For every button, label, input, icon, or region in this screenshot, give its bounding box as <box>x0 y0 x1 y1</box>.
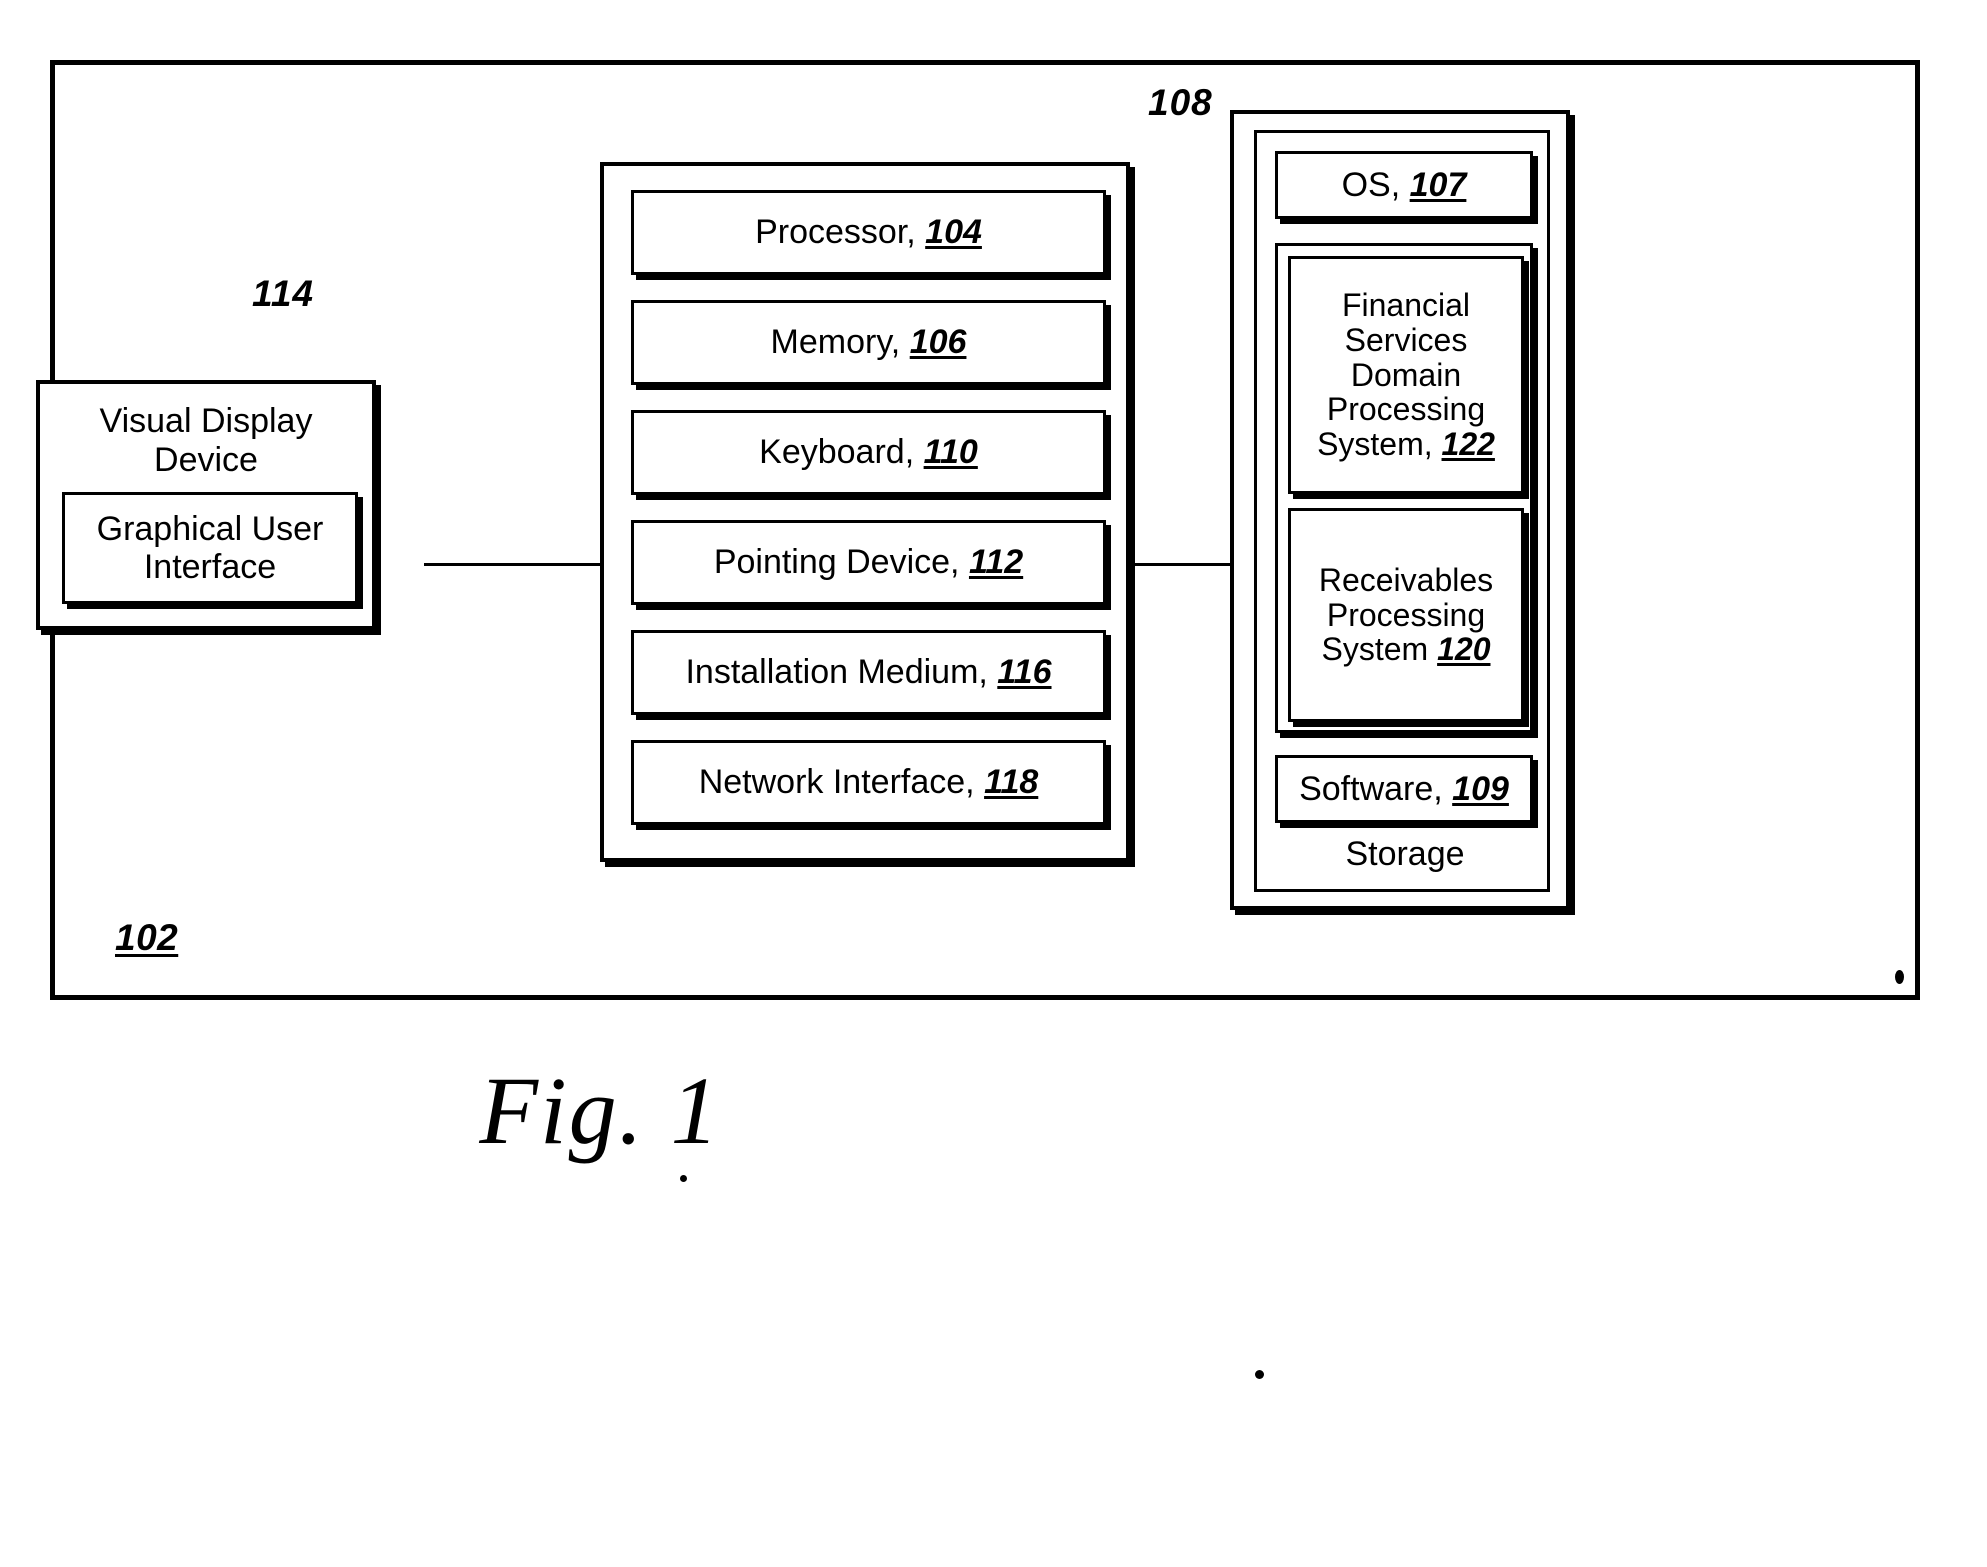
rps-line-1: Receivables <box>1318 561 1494 598</box>
visual-display-device-box: Visual Display Device Graphical User Int… <box>36 380 376 630</box>
fsdps-label: Financial Services Domain Processing Sys… <box>1317 286 1495 463</box>
reference-numeral-116: 116 <box>997 653 1052 692</box>
reference-numeral-109: 109 <box>1452 769 1509 808</box>
storage-caption-label: Storage <box>1345 835 1465 873</box>
fsdps-line-1: Financial <box>1341 286 1471 323</box>
os-label: OS, 107 <box>1341 165 1467 204</box>
rps-line-3: System <box>1321 631 1429 668</box>
storage-inner-box: OS, 107 Financial Services Domain Proces… <box>1254 130 1550 892</box>
reference-numeral-106: 106 <box>909 323 967 362</box>
scan-artifact-right <box>1895 970 1904 984</box>
visual-display-device-title: Visual Display Device <box>40 402 372 480</box>
component-box-processor: Processor, 104 <box>631 190 1106 275</box>
connector-display-to-computer <box>424 563 606 566</box>
component-label-installation-medium: Installation Medium, 116 <box>685 653 1052 692</box>
fsdps-line-5: System, <box>1317 426 1433 463</box>
reference-numeral-118: 118 <box>984 763 1039 802</box>
component-box-installation-medium: Installation Medium, 116 <box>631 630 1106 715</box>
applications-wrapper-box: Financial Services Domain Processing Sys… <box>1275 243 1533 733</box>
software-box: Software, 109 <box>1275 755 1533 823</box>
component-box-keyboard: Keyboard, 110 <box>631 410 1106 495</box>
connector-computer-to-storage <box>1126 563 1236 566</box>
storage-outer-box: OS, 107 Financial Services Domain Proces… <box>1230 110 1570 910</box>
fsdps-line-3: Domain <box>1350 356 1462 393</box>
component-label-processor: Processor, 104 <box>755 213 982 252</box>
scan-artifact-bottom <box>1255 1370 1264 1379</box>
fsdps-line-4: Processing <box>1326 391 1486 428</box>
reference-numeral-104: 104 <box>925 213 982 252</box>
scan-artifact-caption <box>680 1175 687 1182</box>
computer-components-frame: Processor, 104 Memory, 106 Keyboard, 110… <box>600 162 1130 862</box>
component-box-network-interface: Network Interface, 118 <box>631 740 1106 825</box>
financial-services-domain-processing-system-box: Financial Services Domain Processing Sys… <box>1288 256 1524 494</box>
patent-figure-1: 102 114 108 Visual Display Device Graphi… <box>0 0 1987 1567</box>
vdd-title-line-1: Visual Display <box>99 402 313 440</box>
graphical-user-interface-box: Graphical User Interface <box>62 492 358 604</box>
gui-label-line-2: Interface <box>143 548 277 586</box>
software-label: Software, 109 <box>1299 769 1509 808</box>
reference-numeral-120: 120 <box>1437 631 1491 668</box>
rps-label: Receivables Processing System 120 <box>1318 561 1494 668</box>
component-label-pointing-device: Pointing Device, 112 <box>713 543 1024 582</box>
operating-system-box: OS, 107 <box>1275 151 1533 219</box>
component-box-pointing-device: Pointing Device, 112 <box>631 520 1106 605</box>
receivables-processing-system-box: Receivables Processing System 120 <box>1288 508 1524 722</box>
component-label-memory: Memory, 106 <box>770 323 967 362</box>
reference-numeral-122: 122 <box>1441 426 1495 463</box>
reference-numeral-112: 112 <box>968 543 1024 582</box>
reference-numeral-114: 114 <box>252 273 314 314</box>
reference-numeral-107: 107 <box>1409 165 1467 204</box>
reference-numeral-110: 110 <box>923 433 978 472</box>
gui-label-line-1: Graphical User <box>96 509 324 548</box>
gui-label: Graphical User Interface <box>97 510 324 586</box>
reference-numeral-102: 102 <box>115 917 179 958</box>
reference-numeral-108: 108 <box>1148 82 1213 123</box>
figure-caption: Fig. 1 <box>479 1057 721 1164</box>
rps-line-2: Processing <box>1326 596 1486 633</box>
component-label-network-interface: Network Interface, 118 <box>698 763 1039 802</box>
vdd-title-line-2: Device <box>154 441 258 480</box>
component-box-memory: Memory, 106 <box>631 300 1106 385</box>
component-label-keyboard: Keyboard, 110 <box>759 433 978 472</box>
fsdps-line-2: Services <box>1344 321 1468 358</box>
